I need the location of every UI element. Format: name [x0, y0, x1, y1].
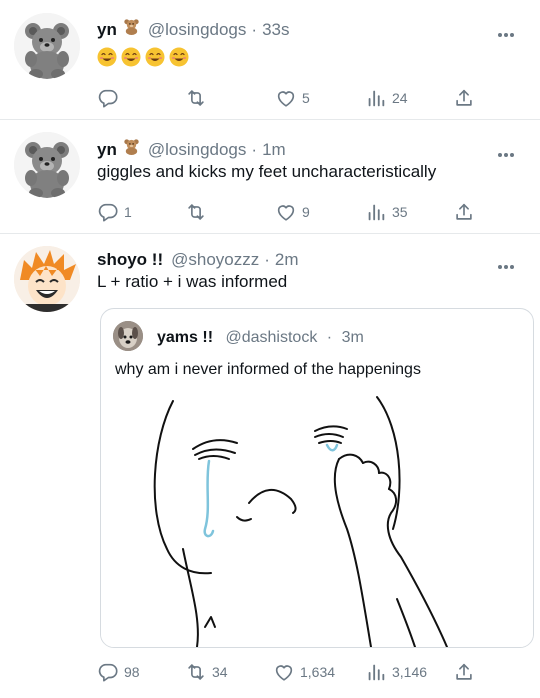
more-icon[interactable] — [498, 24, 518, 37]
tweet-actions: 1 9 35 — [97, 200, 487, 224]
tweet-text: L + ratio + i was informed — [97, 272, 288, 291]
tweet-header: yn @losingdogs · 1m — [97, 138, 286, 160]
views-count: 35 — [392, 204, 408, 220]
handle[interactable]: @shoyozzz — [171, 250, 259, 270]
share-button[interactable] — [453, 86, 475, 110]
anime-character-icon — [14, 246, 80, 312]
more-icon[interactable] — [498, 144, 518, 157]
tweet-header: shoyo !! @shoyozzz · 2m — [97, 250, 299, 270]
like-icon — [273, 661, 295, 683]
like-icon — [275, 87, 297, 109]
avatar[interactable] — [14, 132, 80, 198]
teddy-bear-icon — [14, 13, 80, 79]
reply-button[interactable]: 1 — [97, 200, 132, 224]
smiling-face-icon — [145, 47, 165, 67]
quoted-tweet[interactable]: yams !! @dashistock · 3m why am i never … — [100, 308, 534, 648]
like-button[interactable]: 5 — [275, 86, 310, 110]
views-icon — [365, 661, 387, 683]
display-name[interactable]: shoyo !! — [97, 250, 163, 270]
views-button[interactable]: 35 — [365, 200, 408, 224]
views-icon — [365, 201, 387, 223]
like-count: 9 — [302, 204, 310, 220]
retweet-button[interactable] — [185, 86, 212, 110]
reply-button[interactable]: 98 — [97, 660, 140, 684]
views-button[interactable]: 3,146 — [365, 660, 427, 684]
like-button[interactable]: 1,634 — [273, 660, 335, 684]
reply-count: 98 — [124, 664, 140, 680]
like-button[interactable]: 9 — [275, 200, 310, 224]
reply-count: 1 — [124, 204, 132, 220]
avatar[interactable] — [113, 321, 143, 351]
reply-icon — [97, 87, 119, 109]
reply-icon — [97, 201, 119, 223]
teddy-bear-icon — [123, 138, 140, 155]
tweet-text: why am i never informed of the happening… — [115, 361, 421, 378]
views-count: 24 — [392, 90, 408, 106]
retweet-button[interactable] — [185, 200, 212, 224]
views-button[interactable]: 24 — [365, 86, 408, 110]
retweet-button[interactable]: 34 — [185, 660, 228, 684]
emoji-row — [97, 47, 193, 72]
reply-icon — [97, 661, 119, 683]
avatar[interactable] — [14, 13, 80, 79]
tweet-header: yn @losingdogs · 33s — [97, 18, 289, 40]
views-count: 3,146 — [392, 664, 428, 680]
share-button[interactable] — [453, 200, 475, 224]
timestamp[interactable]: 33s — [262, 20, 289, 40]
avatar[interactable] — [14, 246, 80, 312]
display-name[interactable]: yn — [97, 20, 117, 40]
timestamp[interactable]: 3m — [342, 329, 364, 346]
retweet-count: 34 — [212, 664, 228, 680]
tweet-actions: 5 24 — [97, 86, 487, 110]
separator: · — [264, 250, 270, 269]
tweet-actions: 98 34 1,634 3,146 — [97, 660, 487, 684]
smiling-face-icon — [97, 47, 117, 67]
dog-photo-icon — [113, 321, 143, 351]
tweet-text: giggles and kicks my feet uncharacterist… — [97, 162, 437, 181]
quote-header: yams !! @dashistock · 3m — [157, 329, 364, 347]
reply-button[interactable] — [97, 86, 124, 110]
retweet-icon — [185, 661, 207, 683]
separator: · — [251, 140, 258, 159]
like-count: 1,634 — [300, 664, 336, 680]
tweet[interactable]: yn @losingdogs · 1m giggles and kicks my… — [0, 120, 540, 234]
display-name[interactable]: yams !! — [157, 329, 213, 346]
retweet-icon — [185, 201, 207, 223]
like-count: 5 — [302, 90, 310, 106]
share-icon — [453, 661, 475, 683]
tweet[interactable]: yn @losingdogs · 33s 5 24 — [0, 0, 540, 120]
smiling-face-icon — [121, 47, 141, 67]
timestamp[interactable]: 1m — [262, 140, 286, 160]
handle[interactable]: @losingdogs — [148, 20, 247, 40]
teddy-bear-icon — [123, 18, 140, 35]
share-icon — [453, 87, 475, 109]
like-icon — [275, 201, 297, 223]
teddy-bear-icon — [14, 132, 80, 198]
handle[interactable]: @losingdogs — [148, 140, 247, 160]
share-icon — [453, 201, 475, 223]
smiling-face-icon — [169, 47, 189, 67]
more-icon[interactable] — [498, 256, 518, 269]
display-name[interactable]: yn — [97, 140, 117, 160]
separator: · — [326, 329, 333, 346]
media-image[interactable] — [101, 389, 533, 647]
retweet-icon — [185, 87, 207, 109]
timestamp[interactable]: 2m — [275, 250, 299, 270]
crying-drawing-icon — [101, 389, 533, 647]
separator: · — [251, 20, 258, 39]
handle[interactable]: @dashistock — [225, 329, 317, 346]
share-button[interactable] — [453, 660, 475, 684]
views-icon — [365, 87, 387, 109]
